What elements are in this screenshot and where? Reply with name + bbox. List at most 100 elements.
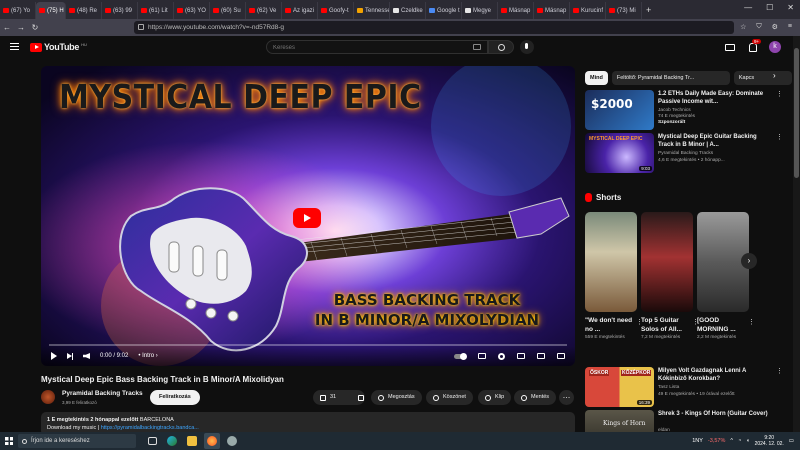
avatar[interactable]: k (769, 41, 781, 53)
chip-related[interactable]: Kapcs (733, 71, 792, 85)
browser-tab[interactable]: (67) Yo (0, 2, 36, 19)
recommendation-item[interactable]: $2000 1.2 ETHs Daily Made Easy: Dominate… (585, 90, 785, 132)
file-explorer-icon[interactable] (184, 433, 200, 449)
browser-tab[interactable]: Megye (462, 2, 498, 19)
chip-uploader[interactable]: Feltöltő: Pyramidal Backing Tr... (611, 71, 730, 85)
channel-name[interactable]: Pyramidal Backing Tracks (62, 390, 143, 397)
close-icon[interactable]: ✕ (787, 3, 794, 12)
search-input[interactable] (267, 42, 457, 54)
more-options-icon[interactable]: ⋮ (776, 133, 783, 141)
fullscreen-icon[interactable] (557, 353, 565, 359)
share-button[interactable]: Megosztás (371, 390, 422, 405)
search-button[interactable] (488, 40, 514, 54)
browser-tab[interactable]: Google t (426, 2, 462, 19)
short-item[interactable]: Top 5 Guitar Solos of All... 7,2 M megte… (641, 212, 699, 340)
task-view-icon[interactable] (144, 433, 160, 449)
short-views: 2,2 M megtekintés (697, 335, 737, 340)
tab-label: Goofy-t (329, 7, 349, 14)
play-icon[interactable] (51, 352, 57, 360)
browser-tab[interactable]: Kurucinf (570, 2, 606, 19)
desc-line: Download my music | (47, 425, 101, 431)
stock-ticker[interactable]: 1NY (692, 438, 703, 444)
duration-badge: 16:39 (636, 400, 652, 405)
dislike-button[interactable] (351, 390, 371, 405)
recommendation-item[interactable]: MYSTICAL DEEP EPIC 9:03 Mystical Deep Ep… (585, 133, 785, 175)
desc-link[interactable]: https://pyramidalbackingtracks.bandca... (101, 425, 199, 431)
extensions-icon[interactable]: ⚙ (772, 23, 778, 31)
subtitles-icon[interactable] (478, 353, 486, 359)
voice-search-icon[interactable] (520, 40, 534, 54)
settings-app-icon[interactable] (224, 433, 240, 449)
scrollbar-thumb[interactable] (794, 48, 799, 178)
network-icon[interactable]: ◔ (738, 438, 741, 444)
speaker-icon[interactable]: ◖ (746, 438, 749, 444)
create-video-icon[interactable] (725, 44, 735, 51)
chevron-right-icon[interactable]: › (741, 253, 757, 269)
firefox-icon[interactable] (204, 433, 220, 449)
keyboard-icon[interactable] (473, 44, 481, 50)
browser-tab[interactable]: (75) H× (36, 2, 66, 19)
browser-tab[interactable]: (61) Lit (138, 2, 174, 19)
channel-avatar[interactable] (41, 390, 55, 404)
subscribe-button[interactable]: Feliratkozás (150, 390, 200, 405)
taskbar-search[interactable]: Írjon ide a kereséshez (18, 434, 136, 448)
save-button[interactable]: Mentés (514, 390, 557, 405)
rec-thumb-text: Kings of Horn (603, 420, 646, 427)
more-actions-icon[interactable]: … (559, 390, 574, 405)
edge-icon[interactable] (164, 433, 180, 449)
bookmark-icon[interactable]: ☆ (740, 23, 746, 31)
page-scrollbar[interactable] (793, 36, 800, 432)
tray-chevron-icon[interactable]: ^ (730, 438, 733, 444)
browser-tab[interactable]: (60) Su (210, 2, 246, 19)
thanks-button[interactable]: Köszönet (426, 390, 473, 405)
browser-tab[interactable]: Czeldke (390, 2, 426, 19)
browser-tab[interactable]: (63) 99 (102, 2, 138, 19)
shield-icon[interactable]: ⛉ (756, 23, 761, 31)
hamburger-menu-icon[interactable] (10, 43, 19, 50)
browser-tab[interactable]: Másnap (534, 2, 570, 19)
minimize-icon[interactable]: — (744, 3, 752, 12)
tab-label: Google t (437, 7, 460, 14)
miniplayer-icon[interactable] (517, 353, 525, 359)
more-options-icon[interactable]: ⋮ (748, 318, 755, 326)
menu-icon[interactable]: ≡ (788, 23, 792, 31)
like-button[interactable]: 31 (313, 390, 343, 405)
recommendation-item[interactable]: Kings of Horn Shrek 3 - Kings Of Horn (G… (585, 410, 785, 432)
video-player[interactable]: MYSTICAL DEEP EPIC BASS BACKING TRACK IN… (41, 66, 575, 366)
more-options-icon[interactable]: ⋮ (776, 90, 783, 98)
browser-tab[interactable]: Másnap (498, 2, 534, 19)
browser-tab[interactable]: (62) Ve (246, 2, 282, 19)
browser-tab[interactable]: Tennesse (354, 2, 390, 19)
volume-icon[interactable] (83, 353, 90, 359)
browser-tab[interactable]: Az igazi (282, 2, 318, 19)
recommendation-item[interactable]: ŐSKOR KŐZÉPKOR 16:39 Milyen Volt Gazdagn… (585, 367, 785, 409)
browser-tab[interactable]: (63) YO (174, 2, 210, 19)
rec-meta: 4,6 E megtekintés • 2 hónapp... (658, 158, 725, 163)
autoplay-toggle[interactable] (454, 352, 467, 360)
forward-icon[interactable]: → (14, 23, 28, 32)
short-item[interactable]: [GOOD MORNING ... 2,2 M megtekintés ⋮ (697, 212, 755, 340)
chevron-right-icon[interactable]: › (773, 71, 776, 80)
clip-button[interactable]: Klip (478, 390, 512, 405)
maximize-icon[interactable]: ☐ (766, 3, 773, 12)
theater-mode-icon[interactable] (537, 353, 545, 359)
reload-icon[interactable]: ↻ (28, 23, 42, 32)
more-options-icon[interactable]: ⋮ (776, 367, 783, 375)
short-item[interactable]: "We don't need no ... 559 E megtekintés … (585, 212, 643, 340)
browser-tab[interactable]: Goofy-t (318, 2, 354, 19)
notifications-center-icon[interactable]: ▭ (789, 438, 794, 444)
notifications-icon[interactable]: 9+ (747, 39, 762, 52)
settings-icon[interactable] (498, 352, 505, 360)
start-button[interactable] (0, 432, 18, 450)
browser-tab[interactable]: (73) Mi (606, 2, 642, 19)
next-icon[interactable] (67, 352, 73, 360)
address-bar[interactable]: https://www.youtube.com/watch?v=-nd57Rd8… (134, 21, 734, 34)
youtube-logo[interactable]: YouTube HU (30, 42, 87, 52)
back-icon[interactable]: ← (0, 23, 14, 32)
chip-all[interactable]: Mind (585, 71, 608, 85)
chapter-label[interactable]: • Intro › (138, 353, 157, 359)
browser-tab[interactable]: (48) Re (66, 2, 102, 19)
new-tab-icon[interactable]: + (646, 5, 651, 15)
big-play-button[interactable] (293, 208, 321, 228)
clock[interactable]: 9:20 2024. 12. 02. (755, 435, 784, 447)
